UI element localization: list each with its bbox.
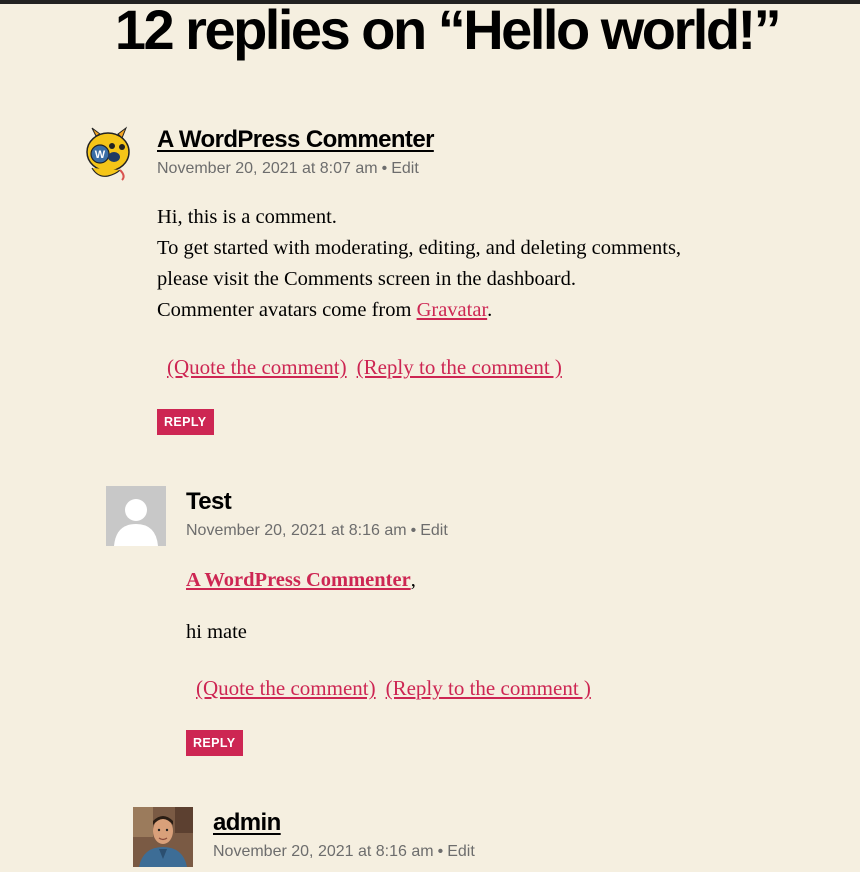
mention-link[interactable]: A WordPress Commenter [186,569,411,591]
svg-text:W: W [95,149,106,161]
comment-date-link[interactable]: November 20, 2021 at 8:16 am [186,522,407,539]
comment-line: hi mate [186,621,247,643]
reply-button[interactable]: REPLY [186,730,243,756]
meta-separator: • [410,522,417,539]
mention-suffix: , [410,569,416,591]
comment-author-link[interactable]: admin [213,808,281,838]
meta-separator: • [437,843,444,860]
comment-line: please visit the Comments screen in the … [157,268,577,290]
comment-edit-link[interactable]: Edit [420,522,448,539]
comment-line: Commenter avatars come from Gravatar. [157,295,681,326]
wapuu-avatar-icon: W [82,126,132,182]
comment-date-link[interactable]: November 20, 2021 at 8:07 am [157,160,378,177]
comment-date-link[interactable]: November 20, 2021 at 8:16 am [213,843,434,860]
comment-author: Test [186,488,232,515]
admin-photo-avatar-icon [133,807,193,867]
comment-edit-link[interactable]: Edit [391,160,419,177]
gravatar-link[interactable]: Gravatar [417,299,488,321]
comment-actions: (Quote the comment) (Reply to the comment… [196,676,601,701]
meta-separator: • [381,160,388,177]
comment-meta: November 20, 2021 at 8:16 am • Edit [213,842,475,862]
comment-author-link[interactable]: A WordPress Commenter [157,125,434,155]
comment-edit-link[interactable]: Edit [447,843,475,860]
reply-button[interactable]: REPLY [157,409,214,435]
reply-to-comment-link[interactable]: (Reply to the comment ) [386,676,591,700]
comment-line: To get started with moderating, editing,… [157,237,682,259]
quote-comment-link[interactable]: (Quote the comment) [196,676,376,700]
comment-meta: November 20, 2021 at 8:16 am • Edit [186,521,448,541]
comment-line-text: Commenter avatars come from [157,299,412,321]
comment-line-suffix: . [487,299,493,321]
comment-content: Hi, this is a comment. To get started wi… [157,202,681,326]
comment-actions: (Quote the comment) (Reply to the comment… [167,355,572,380]
comment-line: Hi, this is a comment. [157,206,337,228]
comments-title: 12 replies on “Hello world!” [114,0,782,61]
reply-to-comment-link[interactable]: (Reply to the comment ) [357,355,562,379]
quote-comment-link[interactable]: (Quote the comment) [167,355,347,379]
comment-meta: November 20, 2021 at 8:07 am • Edit [157,159,419,179]
comment-content: A WordPress Commenter, hi mate [186,565,416,648]
default-user-avatar-icon [106,486,166,546]
comment-mention-line: A WordPress Commenter, [186,565,416,596]
